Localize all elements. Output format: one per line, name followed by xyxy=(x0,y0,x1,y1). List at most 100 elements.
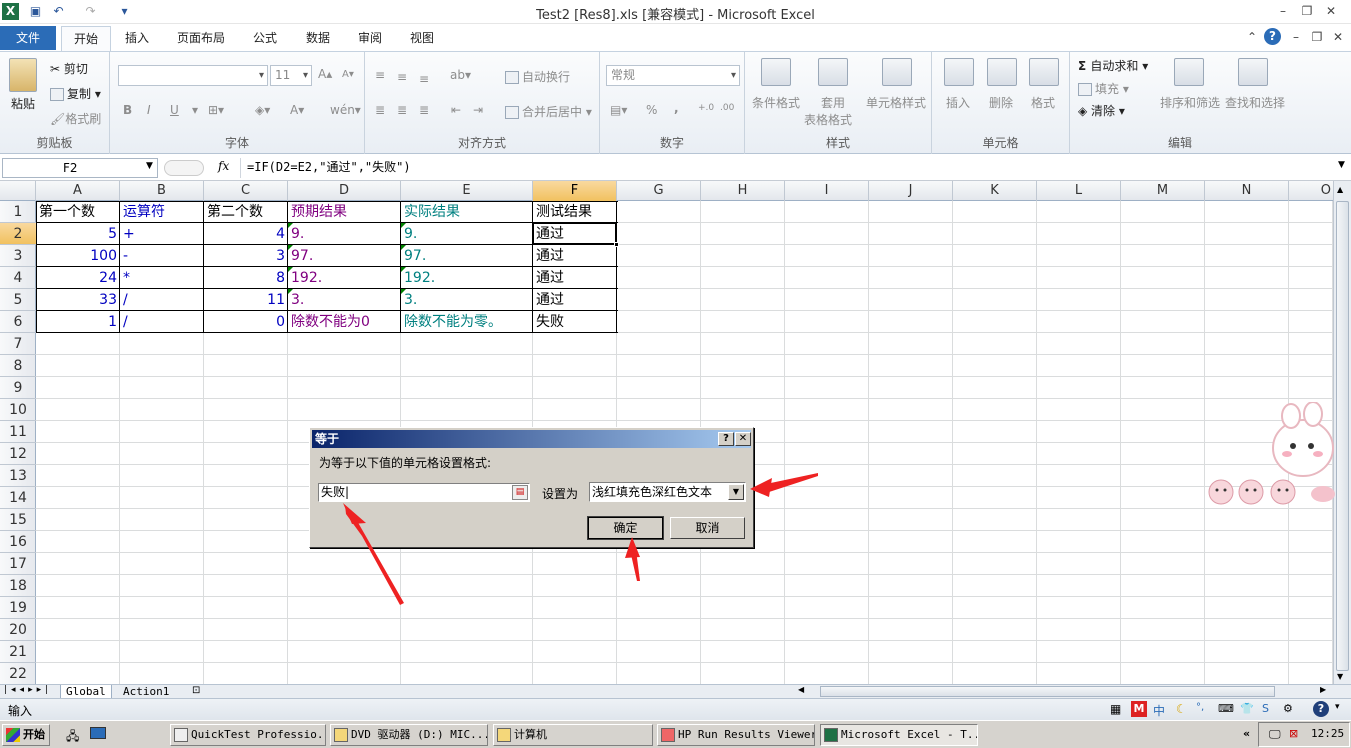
table-cell[interactable]: 失败 xyxy=(534,311,616,333)
align-bottom-icon[interactable]: ≡ xyxy=(419,72,429,86)
table-cell[interactable]: 100 xyxy=(37,245,119,267)
tab-file[interactable]: 文件 xyxy=(0,26,56,50)
format-painter-button[interactable]: 🖌格式刷 xyxy=(50,110,101,127)
horizontal-scroll-thumb[interactable] xyxy=(820,686,1275,697)
insert-function-button[interactable]: fx xyxy=(218,159,229,173)
column-header-selected[interactable]: F xyxy=(533,181,617,201)
align-left-icon[interactable]: ≣ xyxy=(375,103,385,117)
error-indicator-icon[interactable] xyxy=(288,267,293,272)
comma-button[interactable]: , xyxy=(674,101,679,115)
format-cells-button[interactable]: 格式 xyxy=(1031,94,1055,111)
row-header[interactable]: 17 xyxy=(0,553,36,575)
doc-minimize-icon[interactable]: – xyxy=(1286,28,1306,46)
align-top-icon[interactable]: ≡ xyxy=(375,68,385,82)
shrink-font-icon[interactable]: A▾ xyxy=(342,69,354,80)
dialog-close-icon[interactable]: ✕ xyxy=(735,432,751,446)
table-cell[interactable]: 除数不能为零。 xyxy=(402,311,532,333)
taskbar-item-computer[interactable]: 计算机 xyxy=(493,724,653,746)
table-cell[interactable]: 9. xyxy=(402,223,532,245)
align-center-icon[interactable]: ≣ xyxy=(397,103,407,117)
table-header-cell[interactable]: 实际结果 xyxy=(402,201,532,223)
align-middle-icon[interactable]: ≡ xyxy=(397,70,407,84)
sheet-tab-global[interactable]: Global xyxy=(60,685,112,699)
tab-formulas[interactable]: 公式 xyxy=(243,26,287,51)
grow-font-icon[interactable]: A▴ xyxy=(318,67,332,81)
row-header[interactable]: 6 xyxy=(0,311,36,333)
tab-review[interactable]: 审阅 xyxy=(348,26,392,51)
tray-expand-icon[interactable]: « xyxy=(1243,727,1250,740)
row-header[interactable]: 22 xyxy=(0,663,36,685)
scroll-right-icon[interactable]: ▶ xyxy=(1320,685,1326,694)
row-header[interactable]: 18 xyxy=(0,575,36,597)
fill-color-icon[interactable]: ◈▾ xyxy=(255,103,270,117)
error-indicator-icon[interactable] xyxy=(288,223,293,228)
column-header[interactable]: O xyxy=(1289,181,1333,201)
error-indicator-icon[interactable] xyxy=(401,267,406,272)
increase-decimal-icon[interactable]: +.0 xyxy=(698,103,714,113)
tab-insert[interactable]: 插入 xyxy=(115,26,159,51)
error-indicator-icon[interactable] xyxy=(401,245,406,250)
table-header-cell[interactable]: 测试结果 xyxy=(534,201,616,223)
taskbar-item-hp-run-results[interactable]: HP Run Results Viewer xyxy=(657,724,815,746)
quicklaunch-network-icon[interactable]: 🖧 xyxy=(66,727,79,748)
paste-button[interactable]: 粘贴 xyxy=(11,95,35,112)
table-cell[interactable]: 通过 xyxy=(534,289,616,311)
row-header[interactable]: 19 xyxy=(0,597,36,619)
column-header[interactable]: J xyxy=(869,181,953,201)
row-header[interactable]: 15 xyxy=(0,509,36,531)
table-cell[interactable]: * xyxy=(121,267,203,289)
underline-button[interactable]: U xyxy=(170,103,179,117)
table-cell[interactable]: 3. xyxy=(289,289,400,311)
tab-data[interactable]: 数据 xyxy=(296,26,340,51)
name-box-dropdown-icon[interactable]: ▼ xyxy=(146,161,153,171)
column-header[interactable]: E xyxy=(401,181,533,201)
phonetic-icon[interactable]: wén▾ xyxy=(330,103,361,117)
table-cell[interactable]: 5 xyxy=(37,223,119,245)
ime-m-icon[interactable]: M xyxy=(1131,701,1147,717)
cell-styles-button[interactable]: 单元格样式 xyxy=(866,94,926,111)
column-header[interactable]: K xyxy=(953,181,1037,201)
column-header[interactable]: D xyxy=(288,181,401,201)
scroll-down-icon[interactable]: ▼ xyxy=(1337,672,1343,681)
row-header[interactable]: 3 xyxy=(0,245,36,267)
close-icon[interactable]: ✕ xyxy=(1321,2,1341,20)
cut-button[interactable]: ✂ 剪切 xyxy=(50,60,88,77)
tab-home[interactable]: 开始 xyxy=(61,26,111,51)
row-header[interactable]: 13 xyxy=(0,465,36,487)
table-cell[interactable]: 11 xyxy=(205,289,287,311)
taskbar-item-quicktest[interactable]: QuickTest Professio... xyxy=(170,724,326,746)
fill-handle[interactable] xyxy=(614,242,619,247)
name-box[interactable]: F2 xyxy=(2,158,158,178)
format-table-button-line2[interactable]: 表格格式 xyxy=(804,111,852,128)
row-header[interactable]: 10 xyxy=(0,399,36,421)
table-cell[interactable]: 97. xyxy=(289,245,400,267)
column-header[interactable]: N xyxy=(1205,181,1289,201)
row-header[interactable]: 16 xyxy=(0,531,36,553)
monitor-icon[interactable]: 🖵 xyxy=(1269,727,1281,742)
ribbon-collapse-icon[interactable]: ⌃ xyxy=(1242,28,1262,46)
row-header[interactable]: 8 xyxy=(0,355,36,377)
font-color-icon[interactable]: A▾ xyxy=(290,103,304,117)
minimize-icon[interactable]: – xyxy=(1273,2,1293,20)
formula-input[interactable]: =IF(D2=E2,"通过","失败") xyxy=(240,158,1336,178)
sheet-tab-action1[interactable]: Action1 xyxy=(118,685,174,699)
table-cell[interactable]: / xyxy=(121,289,203,311)
row-header[interactable]: 5 xyxy=(0,289,36,311)
table-header-cell[interactable]: 预期结果 xyxy=(289,201,400,223)
help-icon[interactable]: ? xyxy=(1264,28,1281,45)
network-error-icon[interactable]: ⊠ xyxy=(1289,727,1298,740)
insert-sheet-icon[interactable]: ⊡ xyxy=(192,685,200,696)
orientation-icon[interactable]: ab▾ xyxy=(450,68,471,82)
row-header[interactable]: 21 xyxy=(0,641,36,663)
find-select-button[interactable]: 查找和选择 xyxy=(1225,94,1285,111)
column-header[interactable]: G xyxy=(617,181,701,201)
conditional-format-button[interactable]: 条件格式 xyxy=(752,94,800,111)
sort-filter-button[interactable]: 排序和筛选 xyxy=(1160,94,1220,111)
increase-indent-icon[interactable]: ⇥ xyxy=(473,103,483,117)
row-header[interactable]: 4 xyxy=(0,267,36,289)
fill-button[interactable]: 填充 ▾ xyxy=(1078,80,1129,97)
table-cell[interactable]: 192. xyxy=(289,267,400,289)
delete-cells-button[interactable]: 删除 xyxy=(989,94,1013,111)
accounting-icon[interactable]: ▤▾ xyxy=(610,103,627,117)
dialog-help-icon[interactable]: ? xyxy=(718,432,734,446)
